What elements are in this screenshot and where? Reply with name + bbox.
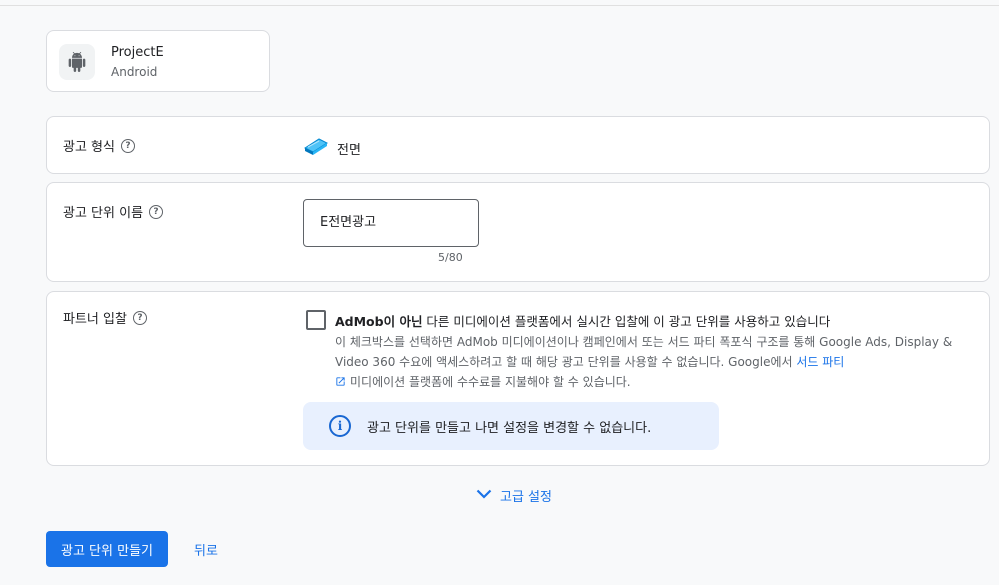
ad-unit-name-row: 광고 단위 이름 ? E전면광고 5/80 <box>46 182 990 282</box>
info-icon: i <box>329 415 351 437</box>
partner-bidding-label: 파트너 입찰 ? <box>63 308 147 327</box>
info-banner: i 광고 단위를 만들고 나면 설정을 변경할 수 없습니다. <box>303 402 719 450</box>
character-counter: 5/80 <box>438 251 463 264</box>
interstitial-icon <box>303 136 329 160</box>
ad-format-label-text: 광고 형식 <box>63 140 115 155</box>
partner-bidding-label-text: 파트너 입찰 <box>63 312 127 327</box>
ad-format-text: 전면 <box>337 142 361 158</box>
checkbox-label-bold: AdMob이 아닌 <box>335 314 423 329</box>
android-icon <box>59 44 95 80</box>
description-text: 이 체크박스를 선택하면 AdMob 미디에이션이나 캠페인에서 또는 서드 파… <box>335 335 953 369</box>
external-link-icon[interactable] <box>335 373 346 393</box>
chevron-down-icon <box>476 488 492 503</box>
partner-bidding-row: 파트너 입찰 ? AdMob이 아닌 다른 미디에이션 플랫폼에서 실시간 입찰… <box>46 291 990 466</box>
ad-unit-name-input[interactable]: E전면광고 <box>303 199 479 247</box>
description-suffix: 미디에이션 플랫폼에 수수료를 지불해야 할 수 있습니다. <box>350 375 631 389</box>
app-card: ProjectE Android <box>46 30 270 92</box>
help-icon[interactable]: ? <box>120 138 135 153</box>
advanced-settings-toggle[interactable]: 고급 설정 <box>476 486 552 505</box>
advanced-settings-label: 고급 설정 <box>500 490 552 505</box>
ad-unit-name-label-text: 광고 단위 이름 <box>63 206 144 221</box>
app-name: ProjectE <box>111 45 164 60</box>
partner-bidding-checkbox[interactable] <box>306 310 326 330</box>
ad-format-row: 광고 형식 ? 전면 <box>46 116 990 174</box>
help-icon[interactable]: ? <box>132 310 147 325</box>
info-message: 광고 단위를 만들고 나면 설정을 변경할 수 없습니다. <box>367 420 652 436</box>
checkbox-description: 이 체크박스를 선택하면 AdMob 미디에이션이나 캠페인에서 또는 서드 파… <box>335 332 975 393</box>
checkbox-label-text: 다른 미디에이션 플랫폼에서 실시간 입찰에 이 광고 단위를 사용하고 있습니… <box>422 314 831 329</box>
top-divider <box>0 5 999 6</box>
create-ad-unit-button[interactable]: 광고 단위 만들기 <box>46 531 168 567</box>
ad-format-label: 광고 형식 ? <box>63 136 135 155</box>
ad-unit-name-label: 광고 단위 이름 ? <box>63 202 164 221</box>
checkbox-label: AdMob이 아닌 다른 미디에이션 플랫폼에서 실시간 입찰에 이 광고 단위… <box>335 311 830 330</box>
back-button[interactable]: 뒤로 <box>194 540 218 559</box>
help-icon[interactable]: ? <box>149 204 164 219</box>
app-platform: Android <box>111 65 158 79</box>
ad-format-value: 전면 <box>303 136 361 160</box>
third-party-link[interactable]: 서드 파티 <box>796 355 844 369</box>
